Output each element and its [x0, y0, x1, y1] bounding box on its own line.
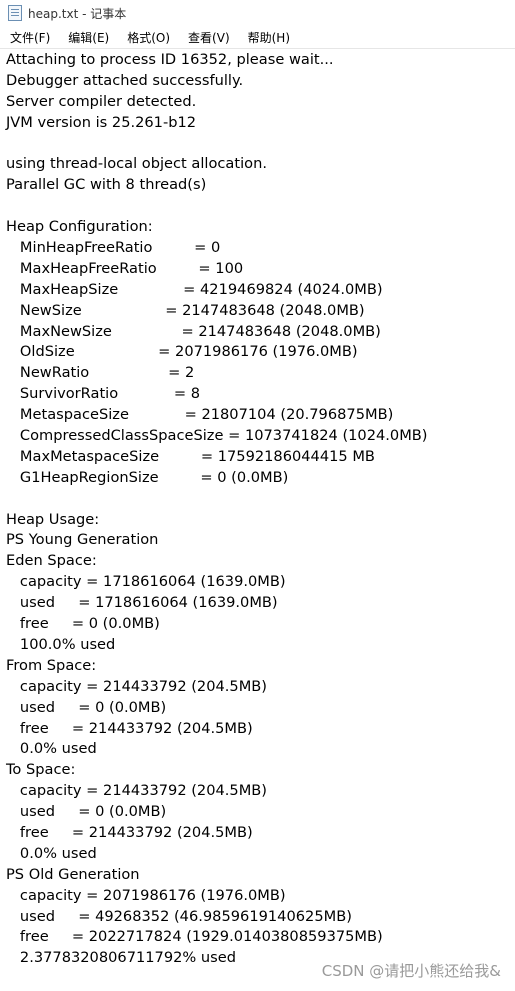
- text-line: MaxNewSize = 2147483648 (2048.0MB): [6, 322, 381, 340]
- text-line: Eden Space:: [6, 552, 97, 570]
- text-line: used = 0 (0.0MB): [6, 698, 167, 716]
- text-line: 0.0% used: [6, 844, 97, 862]
- text-line: Parallel GC with 8 thread(s): [6, 176, 207, 194]
- text-line: 100.0% used: [6, 635, 116, 653]
- text-line: used = 49268352 (46.9859619140625MB): [6, 907, 352, 925]
- text-editor-area[interactable]: Attaching to process ID 16352, please wa…: [0, 49, 515, 991]
- text-line: MaxMetaspaceSize = 17592186044415 MB: [6, 447, 375, 465]
- text-line: JVM version is 25.261-b12: [6, 113, 197, 131]
- text-line: free = 214433792 (204.5MB): [6, 719, 253, 737]
- text-line: Debugger attached successfully.: [6, 71, 244, 89]
- menu-item-1[interactable]: 编辑(E): [62, 27, 115, 48]
- watermark: CSDN @请把小熊还给我&: [321, 962, 501, 980]
- text-line: Attaching to process ID 16352, please wa…: [6, 51, 334, 68]
- text-line: Heap Configuration:: [6, 218, 153, 236]
- title-bar[interactable]: heap.txt - 记事本: [0, 0, 515, 26]
- text-line: NewSize = 2147483648 (2048.0MB): [6, 301, 365, 319]
- text-line: MetaspaceSize = 21807104 (20.796875MB): [6, 406, 394, 424]
- text-line: capacity = 1718616064 (1639.0MB): [6, 573, 286, 591]
- text-line: SurvivorRatio = 8: [6, 385, 200, 403]
- text-line: free = 2022717824 (1929.0140380859375MB): [6, 928, 383, 946]
- text-line: [6, 489, 515, 510]
- text-line: Server compiler detected.: [6, 92, 197, 110]
- text-line: capacity = 2071986176 (1976.0MB): [6, 886, 286, 904]
- text-line: PS Old Generation: [6, 865, 140, 883]
- menu-item-2[interactable]: 格式(O): [121, 27, 176, 48]
- text-line: [6, 196, 515, 217]
- text-line: used = 0 (0.0MB): [6, 803, 167, 821]
- text-line: free = 0 (0.0MB): [6, 615, 160, 633]
- text-line: PS Young Generation: [6, 531, 159, 549]
- text-line: G1HeapRegionSize = 0 (0.0MB): [6, 468, 289, 486]
- menu-item-0[interactable]: 文件(F): [4, 27, 56, 48]
- text-line: free = 214433792 (204.5MB): [6, 823, 253, 841]
- notepad-icon: [8, 5, 22, 21]
- menu-item-4[interactable]: 帮助(H): [242, 27, 296, 48]
- text-line: Heap Usage:: [6, 510, 100, 528]
- text-line: capacity = 214433792 (204.5MB): [6, 677, 268, 695]
- window-title: heap.txt - 记事本: [28, 6, 127, 21]
- menu-item-3[interactable]: 查看(V): [182, 27, 236, 48]
- text-line: [6, 134, 515, 155]
- text-line: From Space:: [6, 656, 97, 674]
- text-line: MaxHeapSize = 4219469824 (4024.0MB): [6, 280, 383, 298]
- text-line: MaxHeapFreeRatio = 100: [6, 259, 244, 277]
- text-line: 0.0% used: [6, 740, 97, 758]
- text-line: used = 1718616064 (1639.0MB): [6, 594, 278, 612]
- text-line: NewRatio = 2: [6, 364, 195, 382]
- text-line: using thread-local object allocation.: [6, 155, 267, 173]
- text-line: OldSize = 2071986176 (1976.0MB): [6, 343, 358, 361]
- text-line: capacity = 214433792 (204.5MB): [6, 782, 268, 800]
- menu-bar: 文件(F) 编辑(E) 格式(O) 查看(V) 帮助(H): [0, 26, 515, 49]
- text-line: MinHeapFreeRatio = 0: [6, 239, 221, 257]
- text-line: CompressedClassSpaceSize = 1073741824 (1…: [6, 427, 428, 445]
- text-line: To Space:: [6, 761, 76, 779]
